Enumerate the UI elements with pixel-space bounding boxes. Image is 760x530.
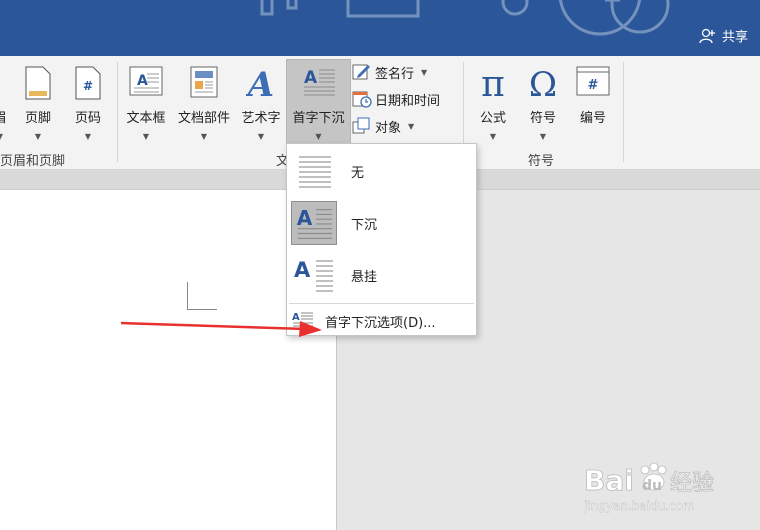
- svg-text:A: A: [292, 312, 300, 323]
- person-add-icon: [699, 28, 715, 43]
- dropcap-margin-icon: A: [294, 258, 333, 292]
- signature-icon: [352, 64, 370, 80]
- group-label-symbols: 符号: [528, 154, 555, 169]
- share-button[interactable]: 共享: [699, 26, 748, 45]
- svg-text:π: π: [481, 66, 505, 100]
- menu-divider: [289, 303, 474, 304]
- svg-text:#: #: [83, 79, 93, 93]
- chevron-down-icon: ▼: [0, 132, 3, 141]
- svg-text:A: A: [294, 258, 311, 282]
- textbox-label: 文本框: [126, 111, 166, 126]
- quick-parts-label: 文档部件: [177, 111, 230, 126]
- group-separator: [117, 62, 118, 162]
- page-number-label: 页码: [74, 111, 101, 126]
- datetime-label: 日期和时间: [375, 93, 441, 109]
- chevron-down-icon: ▼: [315, 132, 322, 141]
- group-label-header-footer: 页眉和页脚: [0, 154, 66, 169]
- datetime-button[interactable]: 日期和时间: [352, 87, 440, 111]
- object-button[interactable]: 对象 ▼: [352, 114, 414, 138]
- title-bar-decoration: [260, 0, 670, 36]
- object-icon: [352, 117, 370, 134]
- textbox-button[interactable]: A 文本框 ▼: [121, 60, 171, 148]
- dropcap-menu-item-dropped[interactable]: A 下沉: [287, 197, 476, 249]
- chevron-down-icon: ▼: [539, 132, 547, 141]
- numbering-icon: #: [576, 66, 610, 96]
- omega-icon: Ω: [529, 66, 557, 100]
- dropcap-dropped-icon: A: [291, 201, 337, 245]
- numbering-button[interactable]: # 编号: [569, 60, 617, 148]
- svg-text:A: A: [304, 68, 318, 88]
- title-bar: 共享: [0, 0, 760, 56]
- object-label: 对象: [375, 120, 402, 136]
- chevron-down-icon: ▼: [421, 67, 428, 77]
- pi-icon: π: [481, 66, 505, 100]
- page-number-button[interactable]: # 页码 ▼: [66, 60, 110, 148]
- calendar-clock-icon: [352, 91, 372, 108]
- page-number-icon: #: [75, 66, 101, 100]
- dropcap-menu-item-none[interactable]: 无: [287, 145, 476, 197]
- wordart-icon: A: [246, 66, 274, 100]
- chevron-down-icon: ▼: [489, 132, 497, 141]
- baidu-jingyan-watermark: Bai du 经验 jingyan.baidu.com: [583, 462, 714, 513]
- signature-label: 签名行: [375, 66, 415, 82]
- chevron-down-icon: ▼: [408, 121, 415, 131]
- dropcap-dropped-label: 下沉: [351, 218, 378, 233]
- svg-text:A: A: [297, 206, 313, 230]
- symbol-label: 符号: [529, 111, 556, 126]
- wordart-label: 艺术字: [241, 111, 281, 126]
- group-separator: [623, 62, 624, 162]
- chevron-down-icon: ▼: [257, 132, 265, 141]
- svg-text:A: A: [137, 73, 148, 89]
- equation-label: 公式: [479, 111, 506, 126]
- chevron-down-icon: ▼: [34, 132, 42, 141]
- textbox-icon: A: [129, 66, 163, 96]
- svg-text:经验: 经验: [670, 471, 714, 496]
- dropcap-menu: 无 A 下沉 A 悬挂 A 首字下沉选项(D)...: [286, 143, 477, 336]
- numbering-label: 编号: [579, 111, 606, 126]
- svg-text:Ω: Ω: [529, 66, 557, 100]
- equation-button[interactable]: π 公式 ▼: [469, 60, 517, 148]
- chevron-down-icon: ▼: [200, 132, 208, 141]
- wordart-button[interactable]: A 艺术字 ▼: [237, 60, 285, 148]
- svg-text:jingyan.baidu.com: jingyan.baidu.com: [583, 499, 695, 513]
- margin-corner-mark: [187, 282, 217, 310]
- dropcap-options-icon: A: [292, 312, 313, 327]
- dropcap-label: 首字下沉: [292, 111, 345, 126]
- footer-button[interactable]: 页脚 ▼: [16, 60, 60, 148]
- dropcap-none-icon: [299, 156, 331, 188]
- dropcap-button[interactable]: A 首字下沉 ▼: [286, 59, 351, 146]
- dropcap-options-item[interactable]: A 首字下沉选项(D)...: [287, 306, 476, 334]
- dropcap-margin-label: 悬挂: [351, 270, 378, 285]
- dropcap-icon: A: [303, 68, 335, 96]
- header-button[interactable]: 眉 ▼: [0, 60, 8, 148]
- quick-parts-button[interactable]: 文档部件 ▼: [172, 60, 236, 148]
- dropcap-none-label: 无: [351, 166, 365, 181]
- header-label: 眉: [0, 107, 8, 126]
- share-label: 共享: [721, 30, 748, 45]
- svg-text:Bai: Bai: [584, 464, 634, 497]
- footer-icon: [25, 66, 51, 100]
- chevron-down-icon: ▼: [142, 132, 150, 141]
- dropcap-options-label: 首字下沉选项(D)...: [325, 316, 436, 331]
- signature-line-button[interactable]: 签名行 ▼: [352, 60, 427, 84]
- quick-parts-icon: [190, 66, 218, 98]
- svg-text:#: #: [588, 78, 599, 93]
- footer-label: 页脚: [24, 111, 51, 126]
- chevron-down-icon: ▼: [84, 132, 92, 141]
- dropcap-menu-item-margin[interactable]: A 悬挂: [287, 249, 476, 301]
- svg-text:du: du: [642, 478, 662, 494]
- svg-text:A: A: [246, 66, 274, 100]
- symbol-button[interactable]: Ω 符号 ▼: [519, 60, 567, 148]
